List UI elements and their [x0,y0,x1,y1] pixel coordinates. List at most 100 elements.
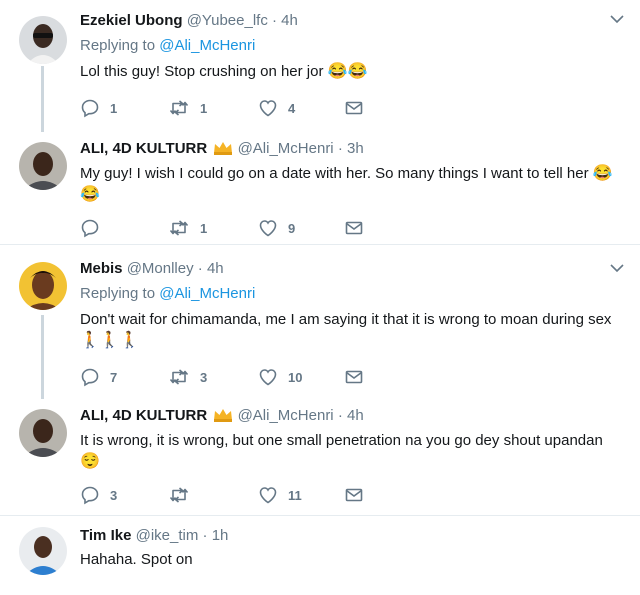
avatar[interactable] [19,527,67,575]
tweet-text-content: Lol this guy! Stop crushing on her jor [80,63,324,80]
tweet-text-content: It is wrong, it is wrong, but one small … [80,432,603,449]
tweet-emoji: 😂 [592,165,613,182]
display-name[interactable]: Mebis [80,260,123,277]
divider [0,244,640,245]
thread-line [41,315,44,399]
like-count: 4 [288,100,296,116]
tweet-text: Hahaha. Spot on [80,549,626,570]
tweet-header: Mebis @Monlley · 4h [80,259,626,279]
tweet-text: My guy! I wish I could go on a date with… [80,163,626,205]
timestamp[interactable]: 3h [347,140,364,157]
dm-icon [345,370,363,384]
reply-button[interactable]: 7 [80,367,117,387]
retweet-count: 1 [200,220,208,236]
replying-to-label: Replying to [80,285,156,302]
reply-count: 3 [110,487,118,503]
tweet-text-content: Don't wait for chimamanda, me I am sayin… [80,311,612,328]
tweet-text-content: My guy! I wish I could go on a date with… [80,165,589,182]
retweet-button[interactable]: 1 [168,98,207,118]
like-button[interactable]: 10 [258,367,302,387]
replying-to: Replying to @Ali_McHenri [80,36,626,56]
display-name[interactable]: ALI, 4D KULTURR [80,407,207,424]
divider [0,515,640,516]
like-icon [259,487,277,504]
user-handle[interactable]: @Ali_McHenri [238,140,334,157]
like-count: 11 [288,487,302,503]
separator-dot: · [337,140,343,157]
crown-icon [214,409,233,422]
timestamp[interactable]: 4h [207,260,224,277]
tweet-text: Lol this guy! Stop crushing on her jor 😂… [80,61,626,82]
tweet-emoji: 😂😂 [327,63,368,80]
reply-count: 1 [110,100,118,116]
user-handle[interactable]: @ike_tim [136,527,199,544]
caret-down-icon[interactable] [610,263,624,273]
tweet-header: ALI, 4D KULTURR @Ali_McHenri · 3h [80,139,626,159]
display-name[interactable]: ALI, 4D KULTURR [80,140,207,157]
retweet-button[interactable]: 1 [168,218,207,238]
replying-to-mention[interactable]: @Ali_McHenri [159,285,255,302]
retweet-count: 3 [200,369,208,385]
tweet-header: ALI, 4D KULTURR @Ali_McHenri · 4h [80,406,626,426]
tweet-text-content: Hahaha. Spot on [80,551,193,568]
user-handle[interactable]: @Ali_McHenri [238,407,334,424]
crown-icon [214,142,233,155]
display-name[interactable]: Tim Ike [80,527,131,544]
avatar[interactable] [19,262,67,310]
reply-button[interactable] [80,218,110,238]
tweet-text: It is wrong, it is wrong, but one small … [80,430,626,472]
tweet-header: Ezekiel Ubong @Yubee_lfc · 4h [80,11,626,31]
retweet-button[interactable]: 3 [168,367,207,387]
like-button[interactable]: 9 [258,218,295,238]
dm-icon [345,488,363,502]
avatar[interactable] [19,409,67,457]
separator-dot: · [197,260,203,277]
caret-down-icon[interactable] [610,14,624,24]
timestamp[interactable]: 1h [212,527,229,544]
avatar[interactable] [19,142,67,190]
like-button[interactable]: 11 [258,485,302,505]
tweet-emoji: 🚶🚶🚶 [80,332,140,349]
timestamp[interactable]: 4h [347,407,364,424]
dm-icon [345,101,363,115]
reply-button[interactable]: 3 [80,485,117,505]
user-handle[interactable]: @Monlley [127,260,194,277]
reply-count: 7 [110,369,118,385]
separator-dot: · [337,407,343,424]
tweet-text: Don't wait for chimamanda, me I am sayin… [80,309,626,351]
dm-button[interactable] [344,98,364,118]
reply-icon [81,219,99,238]
thread-line [41,66,44,132]
tweet-emoji: 😌 [80,453,100,470]
separator-dot: · [202,527,208,544]
dm-button[interactable] [344,367,364,387]
like-icon [259,100,277,117]
timestamp[interactable]: 4h [281,12,298,29]
tweet-header: Tim Ike @ike_tim · 1h [80,526,626,546]
replying-to-label: Replying to [80,37,156,54]
retweet-icon [169,100,189,116]
dm-button[interactable] [344,218,364,238]
replying-to: Replying to @Ali_McHenri [80,284,626,304]
tweet-emoji: 😂 [80,186,100,203]
replying-to-mention[interactable]: @Ali_McHenri [159,37,255,54]
dm-button[interactable] [344,485,364,505]
retweet-icon [169,369,189,385]
like-count: 10 [288,369,303,385]
display-name[interactable]: Ezekiel Ubong [80,12,183,29]
reply-icon [81,486,99,505]
retweet-count: 1 [200,100,208,116]
retweet-icon [169,487,189,503]
reply-icon [81,99,99,118]
like-icon [259,220,277,237]
reply-button[interactable]: 1 [80,98,117,118]
dm-icon [345,221,363,235]
separator-dot: · [272,12,277,29]
user-handle[interactable]: @Yubee_lfc [187,12,268,29]
like-icon [259,369,277,386]
like-button[interactable]: 4 [258,98,295,118]
reply-icon [81,368,99,387]
retweet-button[interactable] [168,485,200,505]
retweet-icon [169,220,189,236]
avatar[interactable] [19,16,67,64]
